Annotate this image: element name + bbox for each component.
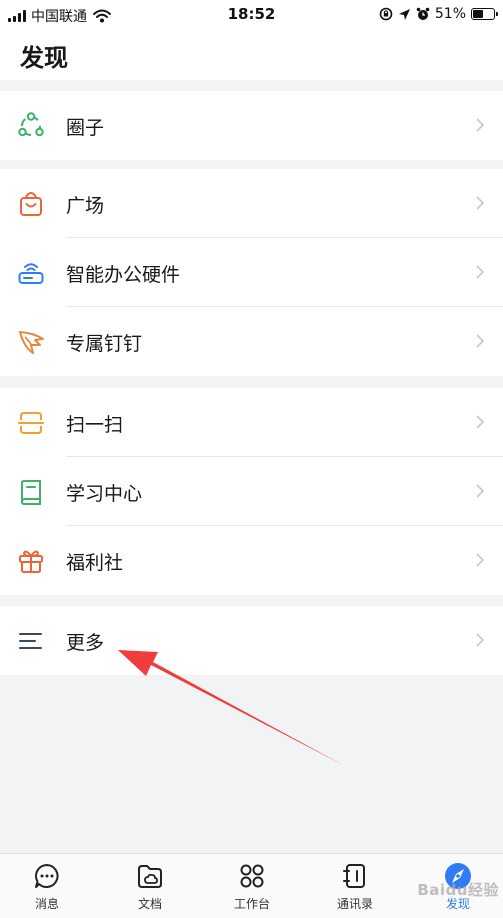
menu-group-tools: 扫一扫 学习中心 福利社	[0, 388, 503, 595]
menu-group-more: 更多	[0, 606, 503, 675]
page-title: 发现	[20, 44, 68, 72]
menu-item-label: 圈子	[66, 117, 105, 139]
menu-lines-icon	[16, 626, 46, 656]
folder-icon	[136, 862, 164, 890]
scan-icon	[16, 408, 46, 438]
tab-messages[interactable]: 消息	[0, 854, 97, 918]
circle-nodes-icon	[16, 111, 46, 141]
menu-item-circle[interactable]: 圈子	[0, 91, 503, 160]
battery-level-fill	[473, 10, 484, 18]
menu-item-more[interactable]: 更多	[0, 606, 503, 675]
menu-item-welfare[interactable]: 福利社	[0, 526, 503, 595]
menu-item-label: 福利社	[66, 552, 124, 574]
menu-item-label: 专属钉钉	[66, 333, 143, 355]
tab-label: 通讯录	[336, 897, 373, 911]
tab-workbench[interactable]: 工作台	[202, 854, 302, 918]
tab-documents[interactable]: 文档	[100, 854, 200, 918]
chevron-right-icon	[476, 484, 485, 498]
contacts-book-icon	[341, 862, 369, 890]
status-bar: 中国联通 18:52 51%	[0, 0, 503, 30]
menu-item-learning-center[interactable]: 学习中心	[0, 457, 503, 526]
tab-label: 消息	[34, 897, 59, 911]
shopping-bag-icon	[16, 189, 46, 219]
tab-label: 工作台	[233, 897, 270, 911]
chevron-right-icon	[476, 633, 485, 647]
menu-item-exclusive-dingtalk[interactable]: 专属钉钉	[0, 307, 503, 376]
menu-item-scan[interactable]: 扫一扫	[0, 388, 503, 457]
menu-item-label: 更多	[66, 632, 105, 654]
chat-bubble-icon	[33, 862, 61, 890]
chevron-right-icon	[476, 265, 485, 279]
chevron-right-icon	[476, 553, 485, 567]
alarm-icon	[416, 7, 430, 20]
chevron-right-icon	[476, 118, 485, 132]
tab-label: 文档	[137, 897, 162, 911]
battery-icon	[471, 8, 498, 20]
menu-group-social: 圈子	[0, 91, 503, 160]
chevron-right-icon	[476, 415, 485, 429]
menu-item-plaza[interactable]: 广场	[0, 169, 503, 238]
tab-contacts[interactable]: 通讯录	[305, 854, 405, 918]
battery-percent: 51%	[434, 6, 466, 22]
menu-item-label: 智能办公硬件	[66, 264, 181, 286]
chevron-right-icon	[476, 334, 485, 348]
router-wifi-icon	[16, 258, 46, 288]
grid-icon	[238, 862, 266, 890]
watermark: Baidu经验	[417, 881, 499, 899]
menu-item-label: 广场	[66, 195, 105, 217]
chevron-right-icon	[476, 196, 485, 210]
book-icon	[16, 477, 46, 507]
page-header: 发现	[0, 30, 503, 80]
rotation-lock-icon	[379, 7, 393, 21]
menu-item-smart-office-hardware[interactable]: 智能办公硬件	[0, 238, 503, 307]
wing-icon	[16, 327, 46, 357]
menu-item-label: 学习中心	[66, 483, 143, 505]
menu-group-services: 广场 智能办公硬件 专属钉钉	[0, 169, 503, 376]
gift-icon	[16, 546, 46, 576]
location-arrow-icon	[398, 8, 410, 20]
menu-item-label: 扫一扫	[66, 414, 124, 436]
